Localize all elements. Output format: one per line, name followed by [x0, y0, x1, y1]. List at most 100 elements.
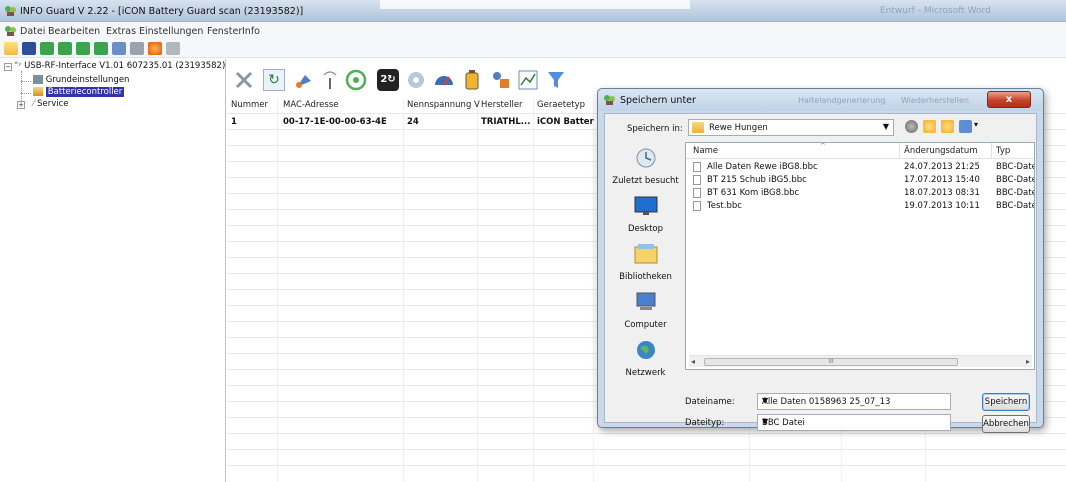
col-header-nummer[interactable]: Nummer: [231, 100, 268, 110]
refresh-icon[interactable]: ↻: [263, 69, 285, 91]
antenna-icon[interactable]: [319, 69, 341, 91]
edit-icon[interactable]: [166, 42, 180, 55]
up-folder-icon[interactable]: [923, 120, 936, 133]
col-header-type[interactable]: Typ: [996, 146, 1010, 156]
col-header-mac[interactable]: MAC-Adresse: [283, 100, 339, 110]
scan-icon[interactable]: [345, 69, 367, 91]
view-menu-arrow-icon[interactable]: ▾: [974, 120, 978, 129]
print-icon[interactable]: [130, 42, 144, 55]
main-toolbar: [0, 40, 1066, 58]
device-icon[interactable]: [40, 42, 54, 55]
counter-icon[interactable]: 2↻: [377, 69, 399, 91]
save-icon[interactable]: [22, 42, 36, 55]
scrollbar-thumb[interactable]: III: [704, 358, 958, 366]
col-header-date[interactable]: Änderungsdatum: [904, 146, 978, 156]
menu-bar: Datei Bearbeiten Extras Einstellungen Fe…: [0, 22, 1066, 40]
user-device-icon[interactable]: [489, 69, 511, 91]
gauge-icon[interactable]: [433, 69, 455, 91]
file-name: BT 215 Schub iBG5.bbc: [707, 175, 807, 185]
place-computer[interactable]: Computer: [608, 290, 683, 330]
app-menu-icon[interactable]: [4, 25, 17, 37]
sort-chevron-icon: ^: [820, 142, 826, 150]
battery-icon[interactable]: [461, 69, 483, 91]
scroll-left-icon[interactable]: ◂: [691, 357, 695, 366]
document-icon[interactable]: [112, 42, 126, 55]
menu-einstellungen[interactable]: Einstellungen: [139, 26, 203, 37]
tree-item-label: Service: [37, 99, 69, 109]
dialog-app-icon: [604, 95, 615, 105]
device-tree: − °ʸ USB-RF-Interface V1.01 607235.01 (2…: [0, 59, 226, 482]
chart-icon[interactable]: [517, 69, 539, 91]
menu-fenster[interactable]: Fenster: [207, 26, 242, 37]
lookin-value: Rewe Hungen: [709, 123, 768, 133]
tree-root-label: USB-RF-Interface V1.01 607235.01 (231935…: [24, 61, 226, 71]
chevron-down-icon[interactable]: ▼: [762, 417, 946, 426]
cell-nummer[interactable]: 1: [231, 117, 237, 127]
cell-mac[interactable]: 00-17-1E-00-00-63-4E: [283, 117, 387, 127]
gear-wheel-icon[interactable]: [405, 69, 427, 91]
grid-column-divider: [593, 100, 594, 482]
background-title-ghost: Haltelandgenerierung: [798, 96, 886, 105]
lookin-dropdown[interactable]: Rewe Hungen ▼: [688, 119, 894, 136]
place-desktop[interactable]: Desktop: [608, 194, 683, 234]
export-icon[interactable]: [94, 42, 108, 55]
satellite-icon[interactable]: [293, 69, 315, 91]
tree-expander-service[interactable]: +: [17, 101, 25, 109]
chevron-down-icon: ▼: [882, 122, 889, 131]
col-header-hersteller[interactable]: Hersteller: [481, 100, 523, 110]
computer-icon: [636, 292, 655, 310]
grid-column-divider: [277, 100, 278, 482]
file-type: BBC-Date: [996, 175, 1035, 185]
dialog-body: Speichern in: Rewe Hungen ▼ ▾ Zuletzt be…: [604, 113, 1037, 433]
dialog-title-bar[interactable]: Speichern unter Haltelandgenerierung Wie…: [598, 89, 1043, 111]
col-header-name[interactable]: Name: [693, 146, 718, 156]
settings-icon[interactable]: [148, 42, 162, 55]
place-label: Desktop: [627, 224, 664, 234]
filetype-dropdown[interactable]: BBC Datei ▼: [757, 414, 951, 431]
tree-item-grundeinstellungen[interactable]: Grundeinstellungen: [33, 75, 129, 85]
file-type: BBC-Date: [996, 201, 1035, 211]
file-row[interactable]: BT 631 Kom iBG8.bbc 18.07.2013 08:31 BBC…: [686, 187, 1034, 199]
place-libraries[interactable]: Bibliotheken: [608, 242, 683, 282]
disconnect-icon[interactable]: [233, 69, 255, 91]
file-row[interactable]: Alle Daten Rewe iBG8.bbc 24.07.2013 21:2…: [686, 161, 1034, 173]
file-icon: [693, 201, 701, 211]
col-header-geraetetyp[interactable]: Geraetetyp: [537, 100, 585, 110]
new-folder-icon[interactable]: [941, 120, 954, 133]
back-icon[interactable]: [905, 120, 918, 133]
tree-item-label: Grundeinstellungen: [45, 75, 130, 85]
cell-hersteller[interactable]: TRIATHL...: [481, 117, 530, 127]
col-header-nennspannung[interactable]: Nennspannung V: [407, 100, 480, 110]
tree-item-service[interactable]: ⁄ Service: [33, 99, 69, 109]
scroll-right-icon[interactable]: ▸: [1026, 357, 1030, 366]
view-menu-icon[interactable]: [959, 120, 972, 133]
close-button[interactable]: x: [987, 91, 1031, 108]
cell-nennspannung[interactable]: 24: [407, 117, 419, 127]
download-icon[interactable]: [58, 42, 72, 55]
save-button[interactable]: Speichern: [982, 393, 1030, 411]
file-row[interactable]: Test.bbc 19.07.2013 10:11 BBC-Date: [686, 200, 1035, 212]
menu-datei[interactable]: Datei: [20, 26, 45, 37]
menu-extras[interactable]: Extras: [106, 26, 136, 37]
upload-icon[interactable]: [76, 42, 90, 55]
cell-geraetetyp[interactable]: iCON Batter: [537, 117, 594, 127]
file-name: Test.bbc: [707, 201, 742, 211]
chevron-down-icon[interactable]: ▼: [762, 396, 946, 405]
filter-icon[interactable]: [545, 69, 567, 91]
file-date: 17.07.2013 15:40: [904, 175, 980, 185]
open-folder-icon[interactable]: [4, 42, 18, 55]
place-label: Netzwerk: [625, 368, 666, 378]
place-label: Zuletzt besucht: [612, 176, 679, 186]
tree-item-batteriecontroller[interactable]: Batteriecontroller: [33, 87, 125, 97]
cancel-button[interactable]: Abbrechen: [982, 415, 1030, 433]
menu-info[interactable]: Info: [242, 26, 260, 37]
file-row[interactable]: BT 215 Schub iBG5.bbc 17.07.2013 15:40 B…: [686, 174, 1035, 186]
tree-root-node[interactable]: °ʸ USB-RF-Interface V1.01 607235.01 (231…: [14, 61, 225, 71]
place-network[interactable]: Netzwerk: [608, 338, 683, 378]
menu-bearbeiten[interactable]: Bearbeiten: [48, 26, 100, 37]
grid-row-line: [227, 465, 1066, 466]
tree-expander-root[interactable]: −: [4, 63, 12, 71]
filename-field[interactable]: Alle Daten 0158963 25_07_13 ▼: [757, 393, 951, 410]
place-recent[interactable]: Zuletzt besucht: [608, 146, 683, 186]
horizontal-scrollbar[interactable]: ◂ III ▸: [689, 355, 1032, 367]
